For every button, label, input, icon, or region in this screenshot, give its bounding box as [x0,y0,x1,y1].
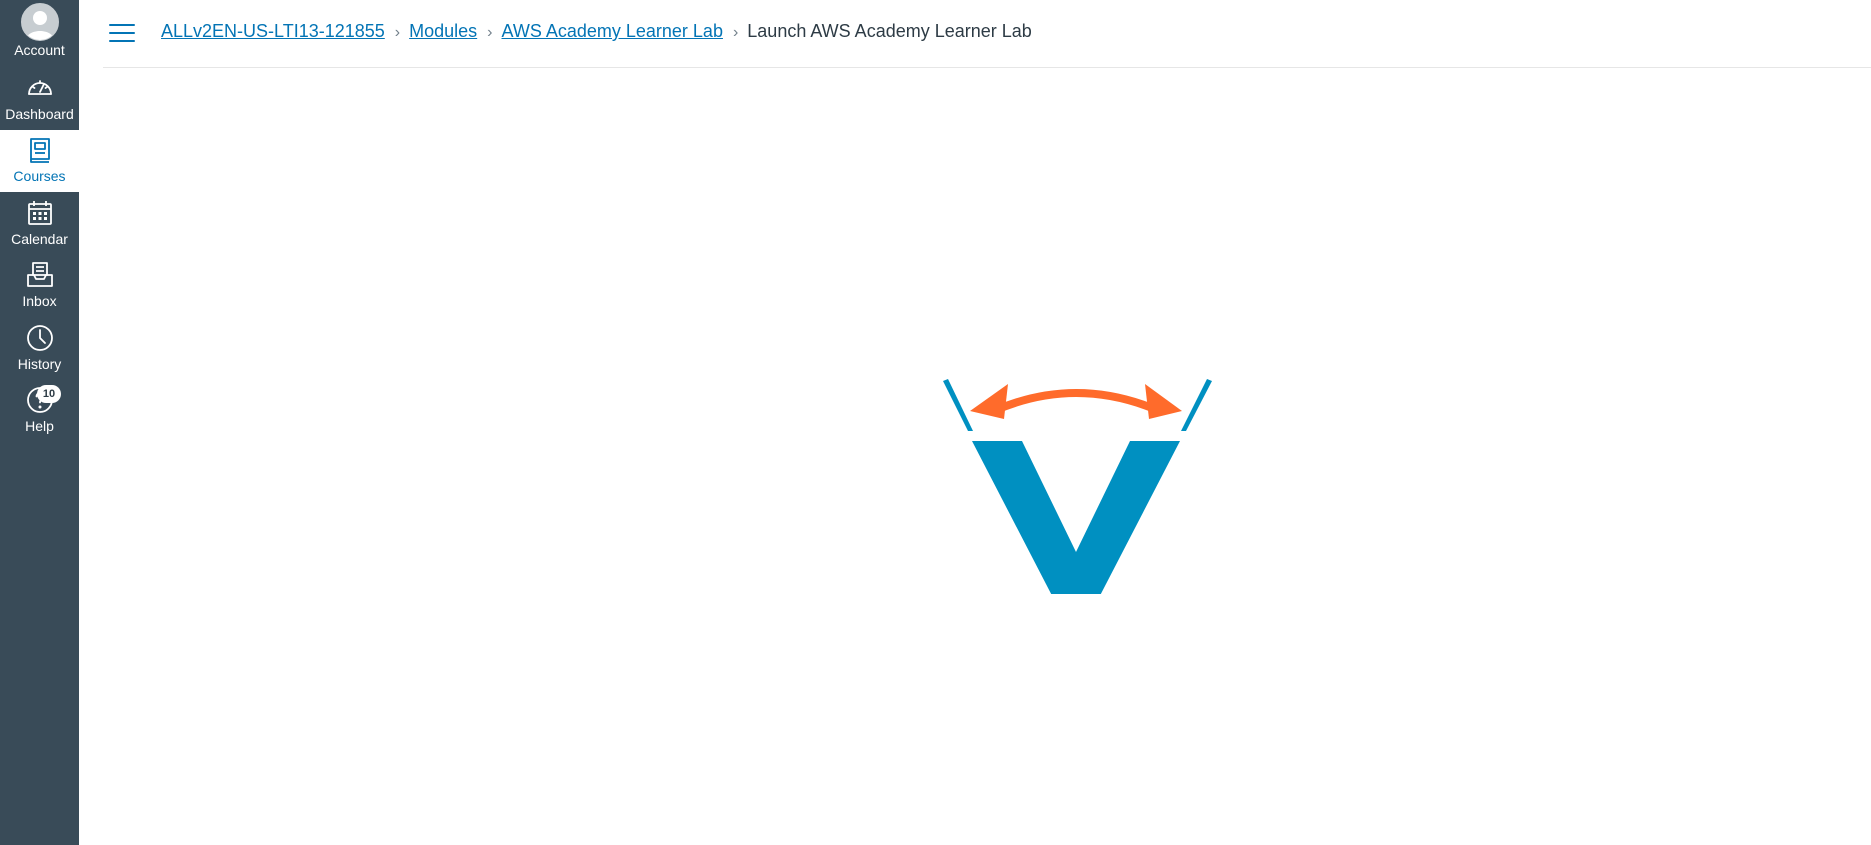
nav-history-label: History [17,356,62,372]
global-navigation: Account Dashboard Courses Calendar Inbox… [0,0,79,845]
dashboard-icon [24,72,56,104]
breadcrumb-chevron-icon: › [394,24,401,41]
breadcrumb: ALLv2EN-US-LTI13-121855 › Modules › AWS Acad… [161,19,1032,45]
inbox-icon [24,259,56,291]
breadcrumb-link-modules[interactable]: Modules [409,21,477,41]
nav-calendar[interactable]: Calendar [0,193,79,255]
calendar-icon [24,197,56,229]
help-notification-badge: 10 [37,385,61,403]
nav-dashboard[interactable]: Dashboard [0,68,79,130]
nav-calendar-label: Calendar [11,231,68,247]
nav-courses-label: Courses [13,168,66,184]
breadcrumb-chevron-icon: › [487,24,493,41]
nav-account[interactable]: Account [0,0,79,62]
history-icon [24,322,56,354]
breadcrumb-current: Launch AWS Academy Learner Lab [747,21,1032,41]
nav-inbox[interactable]: Inbox [0,255,79,317]
breadcrumb-link-course[interactable]: ALLv2EN-US-LTI13-121855 [161,21,385,41]
top-bar: ALLv2EN-US-LTI13-121855 › Modules › AWS Acad… [103,0,1871,68]
hamburger-menu-icon[interactable] [109,22,135,42]
courses-icon [24,134,56,166]
breadcrumb-chevron-icon: › [732,24,739,41]
nav-courses[interactable]: Courses [0,130,79,192]
avatar-icon [20,3,59,41]
app-window: Account Dashboard Courses Calendar Inbox… [0,0,1871,845]
nav-help-label: Help [25,418,54,434]
vocareum-loading-logo [943,379,1212,594]
nav-inbox-label: Inbox [22,293,57,309]
breadcrumb-link-learner-lab[interactable]: AWS Academy Learner Lab [502,21,723,41]
nav-account-label: Account [14,42,65,58]
nav-history[interactable]: History [0,318,79,380]
nav-dashboard-label: Dashboard [5,106,74,122]
main-content [79,68,1871,845]
